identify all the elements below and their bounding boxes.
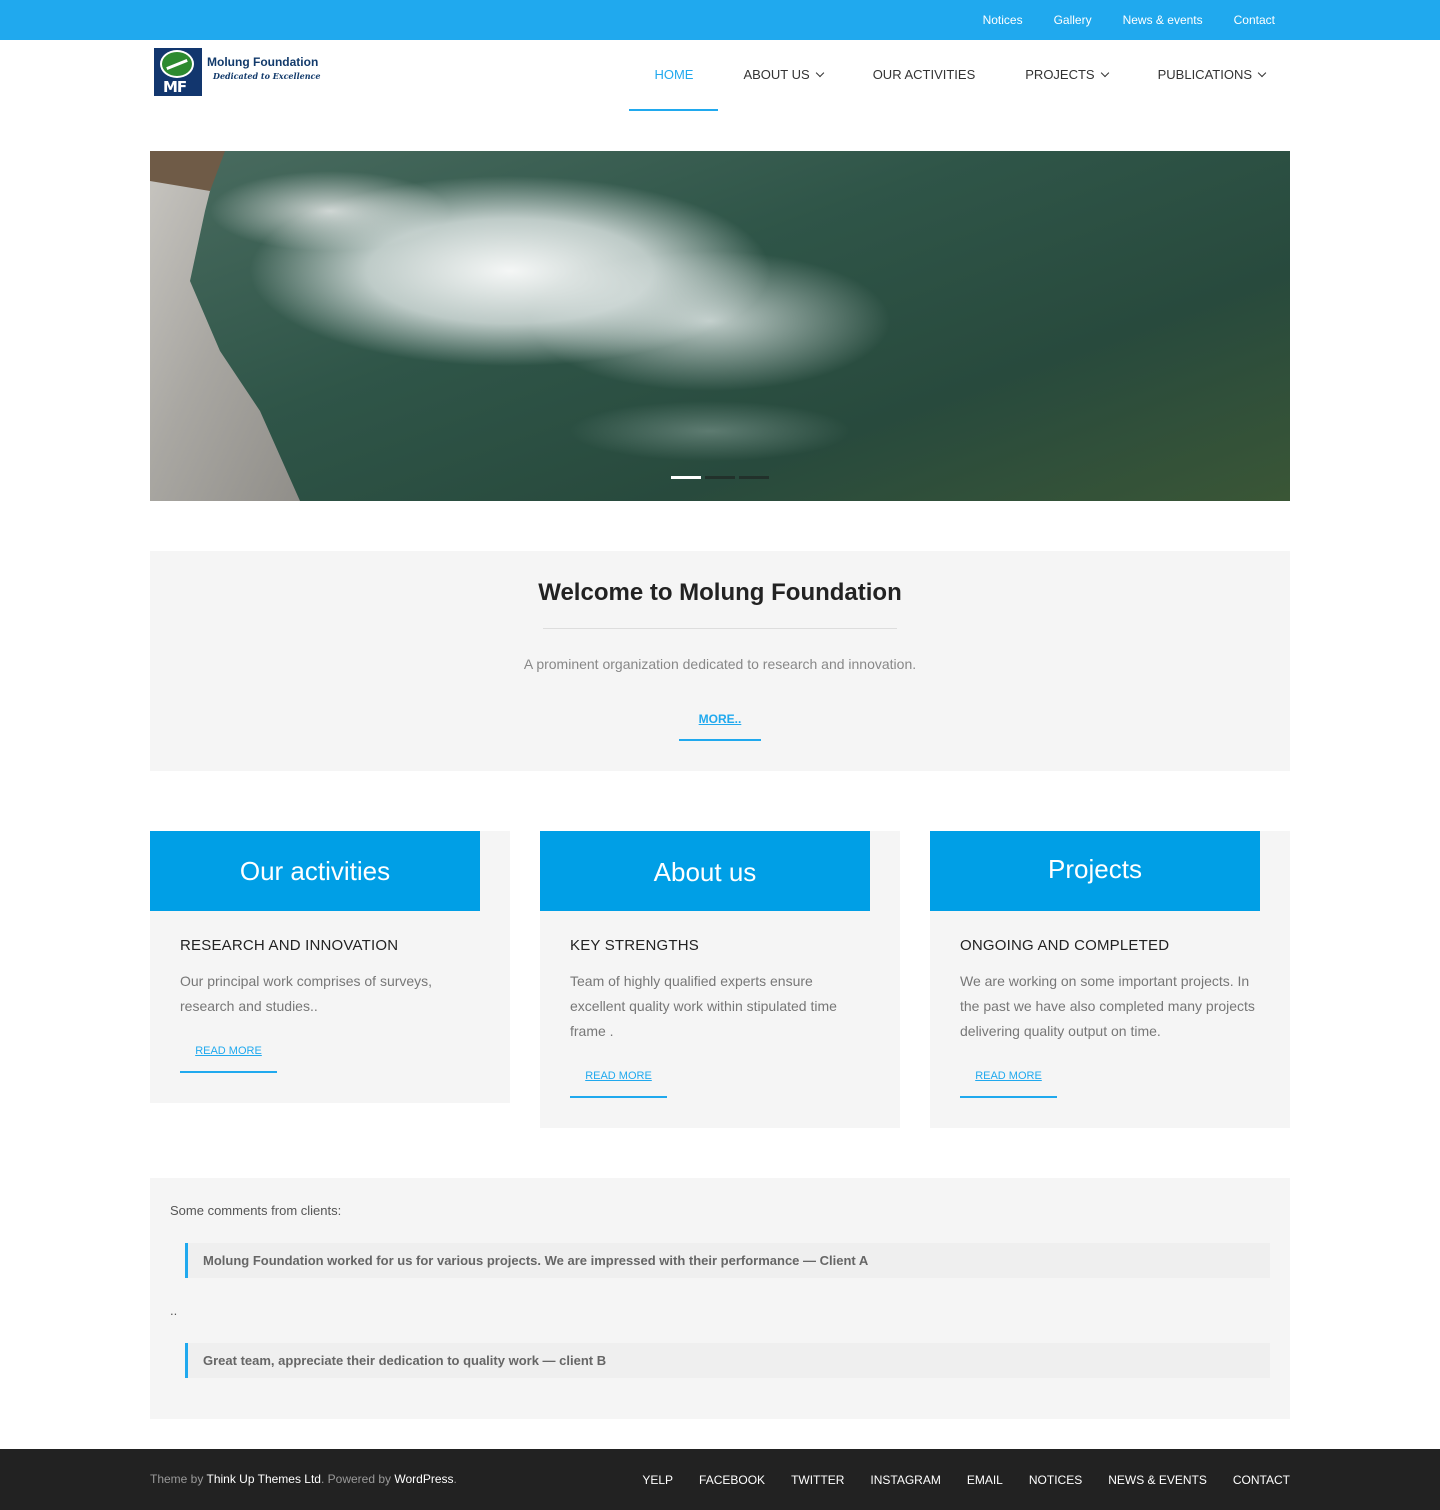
card-banner: About us: [540, 831, 870, 911]
welcome-divider: [543, 628, 897, 629]
card-projects: Projects ONGOING AND COMPLETED We are wo…: [930, 831, 1290, 1128]
site-header: MF Molung Foundation Dedicated to Excell…: [0, 40, 1440, 112]
footer-link-contact[interactable]: CONTACT: [1233, 1473, 1290, 1487]
client-quote: Molung Foundation worked for us for vari…: [185, 1243, 1270, 1278]
nav-item-home[interactable]: HOME: [629, 40, 719, 111]
more-button[interactable]: MORE..: [679, 711, 761, 741]
chevron-down-icon: [815, 68, 824, 78]
top-nav: Notices Gallery News & events Contact: [952, 0, 1275, 40]
site-footer: Theme by Think Up Themes Ltd. Powered by…: [0, 1449, 1440, 1510]
top-nav-notices[interactable]: Notices: [983, 13, 1023, 27]
nav-item-projects[interactable]: PROJECTS: [1000, 40, 1132, 111]
card-text: We are working on some important project…: [960, 973, 1255, 1039]
card-heading: KEY STRENGTHS: [570, 937, 700, 954]
globe-icon: [160, 50, 194, 78]
logo-tagline: Dedicated to Excellence: [213, 71, 321, 81]
top-nav-contact[interactable]: Contact: [1234, 13, 1275, 27]
top-bar: Notices Gallery News & events Contact: [0, 0, 1440, 40]
client-comments: Some comments from clients: Molung Found…: [150, 1178, 1290, 1419]
theme-author-link[interactable]: Think Up Themes Ltd: [206, 1472, 321, 1486]
credits-powered-prefix: . Powered by: [320, 1472, 395, 1486]
nav-item-label: ABOUT US: [743, 67, 810, 82]
footer-link-news-events[interactable]: NEWS & EVENTS: [1108, 1473, 1207, 1487]
slider-pagination: [671, 476, 773, 479]
footer-credits: Theme by Think Up Themes Ltd. Powered by…: [150, 1472, 457, 1486]
read-more-button[interactable]: READ MORE: [570, 1067, 667, 1098]
site-logo[interactable]: MF Molung Foundation Dedicated to Excell…: [154, 48, 320, 96]
slider-dot[interactable]: [739, 476, 769, 479]
wordpress-link[interactable]: WordPress: [394, 1472, 453, 1486]
read-more-button[interactable]: READ MORE: [960, 1067, 1057, 1098]
read-more-button[interactable]: READ MORE: [180, 1042, 277, 1073]
card-text: Team of highly qualified experts ensure …: [570, 973, 837, 1039]
logo-initials: MF: [163, 78, 187, 96]
client-quote: Great team, appreciate their dedication …: [185, 1343, 1270, 1378]
comments-separator: ..: [170, 1303, 178, 1318]
logo-emblem: MF: [154, 48, 202, 96]
card-banner: Our activities: [150, 831, 480, 911]
credits-theme-prefix: Theme by: [150, 1472, 207, 1486]
credits-suffix: .: [453, 1472, 457, 1486]
card-heading: RESEARCH AND INNOVATION: [180, 937, 399, 954]
card-about-us: About us KEY STRENGTHS Team of highly qu…: [540, 831, 900, 1128]
hero-slider[interactable]: [150, 151, 1290, 501]
nav-item-about-us[interactable]: ABOUT US: [718, 40, 847, 111]
chevron-down-icon: [1100, 68, 1109, 78]
top-nav-news-events[interactable]: News & events: [1123, 13, 1203, 27]
card-heading: ONGOING AND COMPLETED: [960, 937, 1170, 954]
slider-dot[interactable]: [671, 476, 701, 479]
slider-dot[interactable]: [705, 476, 735, 479]
footer-link-instagram[interactable]: INSTAGRAM: [870, 1473, 940, 1487]
nav-item-our-activities[interactable]: OUR ACTIVITIES: [848, 40, 1001, 111]
footer-link-facebook[interactable]: FACEBOOK: [699, 1473, 765, 1487]
card-banner: Projects: [930, 831, 1260, 911]
footer-nav: YELP FACEBOOK TWITTER INSTAGRAM EMAIL NO…: [616, 1449, 1290, 1510]
nav-item-label: PROJECTS: [1025, 67, 1095, 82]
logo-name: Molung Foundation: [207, 55, 319, 69]
footer-link-notices[interactable]: NOTICES: [1029, 1473, 1082, 1487]
chevron-down-icon: [1257, 68, 1267, 78]
slide-image-rock: [150, 151, 300, 501]
nav-item-label: HOME: [654, 67, 694, 82]
nav-item-label: PUBLICATIONS: [1157, 67, 1252, 82]
footer-link-twitter[interactable]: TWITTER: [791, 1473, 844, 1487]
welcome-text: A prominent organization dedicated to re…: [523, 656, 917, 672]
main-nav: HOME ABOUT US OUR ACTIVITIES PROJECTS PU…: [629, 40, 1290, 112]
nav-item-publications[interactable]: PUBLICATIONS: [1133, 40, 1290, 111]
card-text: Our principal work comprises of surveys,…: [180, 973, 433, 1014]
card-our-activities: Our activities RESEARCH AND INNOVATION O…: [150, 831, 510, 1103]
welcome-title: Welcome to Molung Foundation: [538, 579, 902, 606]
footer-link-yelp[interactable]: YELP: [642, 1473, 673, 1487]
comments-intro: Some comments from clients:: [170, 1203, 342, 1218]
welcome-section: Welcome to Molung Foundation A prominent…: [150, 551, 1290, 771]
nav-item-label: OUR ACTIVITIES: [872, 67, 976, 82]
top-nav-gallery[interactable]: Gallery: [1054, 13, 1092, 27]
footer-link-email[interactable]: EMAIL: [967, 1473, 1003, 1487]
